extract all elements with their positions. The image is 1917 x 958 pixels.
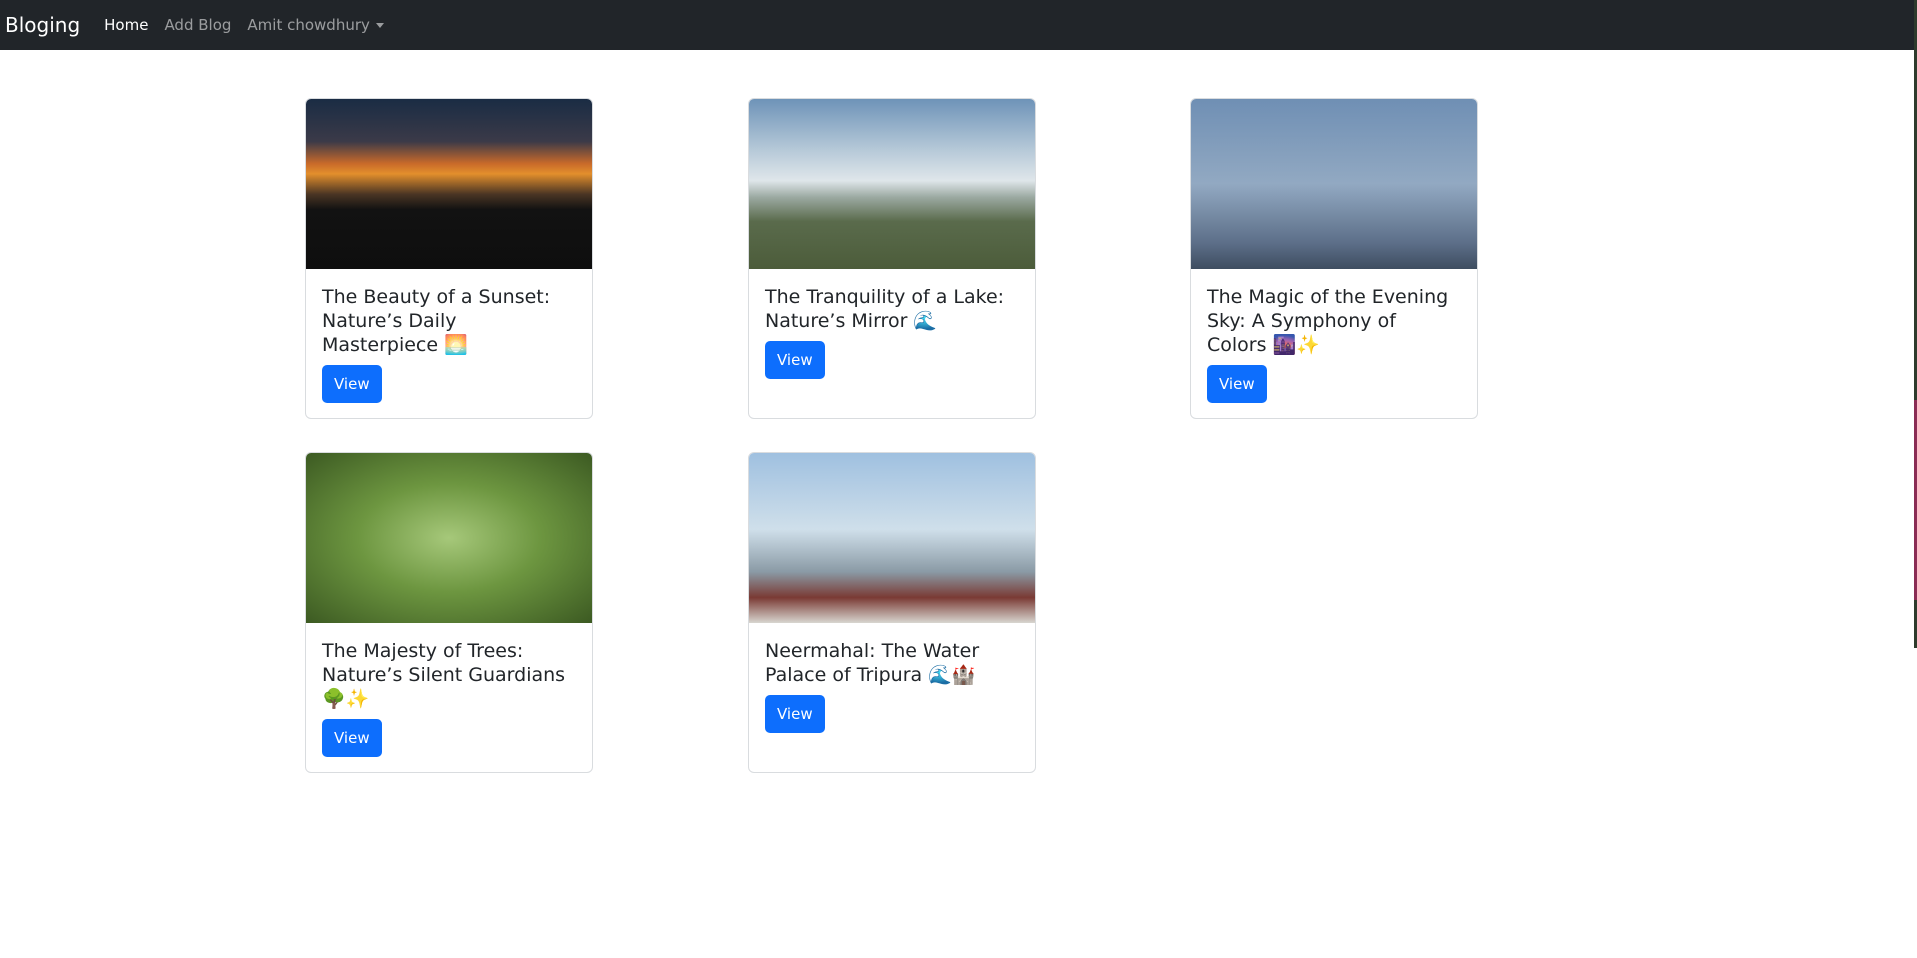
view-button[interactable]: View	[322, 719, 382, 757]
blog-image-trees	[306, 453, 592, 623]
user-dropdown-label: Amit chowdhury	[247, 16, 370, 34]
nav-link-home[interactable]: Home	[104, 16, 148, 34]
blog-card: The Majesty of Trees: Nature’s Silent Gu…	[305, 452, 593, 773]
brand-logo[interactable]: Bloging	[5, 13, 80, 37]
view-button[interactable]: View	[765, 695, 825, 733]
blog-image-evening-sky	[1191, 99, 1477, 269]
blog-image-sunset	[306, 99, 592, 269]
view-button[interactable]: View	[1207, 365, 1267, 403]
blog-card: The Beauty of a Sunset: Nature’s Daily M…	[305, 98, 593, 419]
top-navbar: Bloging Home Add Blog Amit chowdhury	[0, 0, 1917, 50]
blog-title: The Tranquility of a Lake: Nature’s Mirr…	[765, 286, 1005, 332]
nav-link-add-blog[interactable]: Add Blog	[164, 16, 231, 34]
blog-image-neermahal	[749, 453, 1035, 623]
blog-title: The Beauty of a Sunset: Nature’s Daily M…	[322, 286, 551, 356]
blog-title: The Majesty of Trees: Nature’s Silent Gu…	[322, 640, 566, 710]
view-button[interactable]: View	[765, 341, 825, 379]
blog-card: The Tranquility of a Lake: Nature’s Mirr…	[748, 98, 1036, 419]
blog-title: Neermahal: The Water Palace of Tripura 🌊…	[765, 640, 980, 686]
caret-down-icon	[375, 23, 384, 28]
view-button[interactable]: View	[322, 365, 382, 403]
blog-image-lake	[749, 99, 1035, 269]
blog-card: Neermahal: The Water Palace of Tripura 🌊…	[748, 452, 1036, 773]
blog-title: The Magic of the Evening Sky: A Symphony…	[1207, 286, 1449, 356]
blog-card: The Magic of the Evening Sky: A Symphony…	[1190, 98, 1478, 419]
user-dropdown[interactable]: Amit chowdhury	[247, 16, 384, 34]
